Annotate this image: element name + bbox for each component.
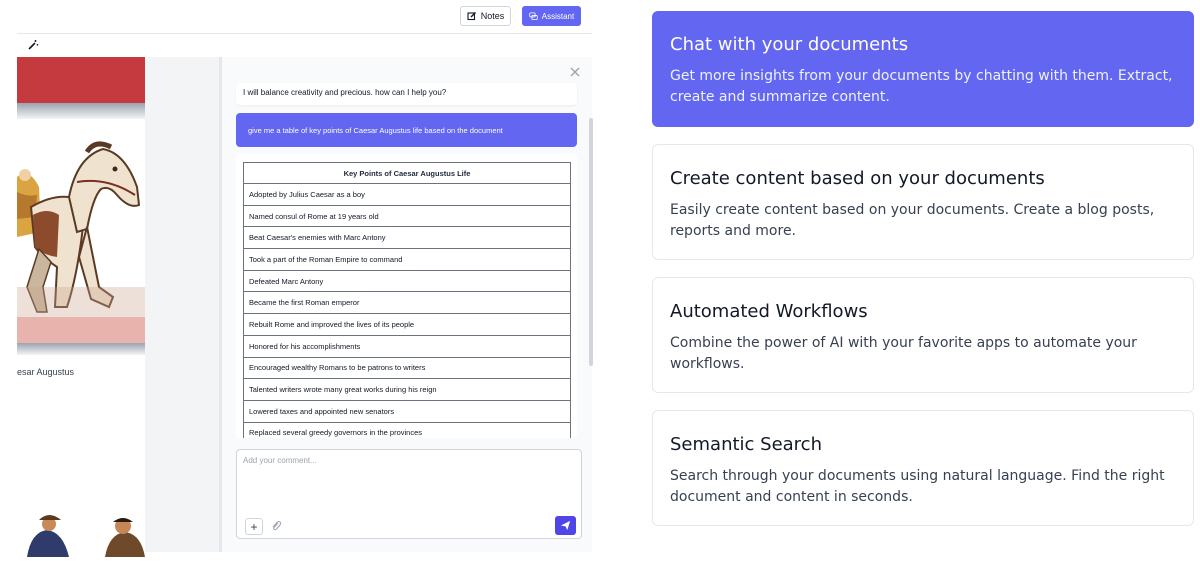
band-shadow-2: [17, 343, 145, 355]
edit-icon: [467, 12, 476, 21]
add-attachment-button[interactable]: +: [245, 518, 263, 535]
close-icon[interactable]: [569, 66, 581, 78]
app-screenshot: Notes Assistant esar Augustus I will bal…: [0, 0, 600, 575]
toolbar-divider: [17, 33, 592, 34]
table-cell: Adopted by Julius Caesar as a boy: [243, 183, 571, 206]
table-row: Honored for his accomplishments: [243, 334, 571, 358]
document-pink-band: [17, 317, 145, 343]
table-cell: Lowered taxes and appointed new senators: [243, 399, 571, 423]
assistant-table-response: Key Points of Caesar Augustus Life Adopt…: [236, 154, 577, 438]
feature-description: Easily create content based on your docu…: [670, 202, 1155, 239]
assistant-button[interactable]: Assistant: [522, 6, 581, 26]
key-points-table: Key Points of Caesar Augustus Life Adopt…: [243, 162, 571, 438]
table-row: Encouraged wealthy Romans to be patrons …: [243, 356, 571, 380]
table-row: Beat Caesar's enemies with Marc Antony: [243, 226, 571, 250]
table-row: Named consul of Rome at 19 years old: [243, 204, 571, 228]
table-cell: Rebuilt Rome and improved the lives of i…: [243, 313, 571, 336]
comment-composer: +: [236, 449, 582, 539]
table-row: Defeated Marc Antony: [243, 269, 571, 293]
feature-card-chat[interactable]: Chat with your documents Get more insigh…: [652, 11, 1194, 127]
horse-rider-illustration: [17, 141, 145, 317]
sidebar-gutter: [145, 57, 222, 552]
chat-icon: [529, 11, 538, 20]
user-message: give me a table of key points of Caesar …: [236, 113, 577, 147]
assistant-message: I will balance creativity and precious. …: [236, 83, 577, 105]
document-caption: esar Augustus: [17, 367, 75, 377]
table-row: Lowered taxes and appointed new senators: [243, 399, 571, 423]
table-cell: Honored for his accomplishments: [243, 334, 571, 358]
band-shadow: [17, 103, 145, 119]
table-cell: Encouraged wealthy Romans to be patrons …: [243, 356, 571, 380]
send-button[interactable]: [555, 516, 576, 535]
table-cell: Talented writers wrote many great works …: [243, 378, 571, 401]
notes-button[interactable]: Notes: [460, 6, 511, 26]
feature-title: Automated Workflows: [670, 301, 868, 322]
table-row: Became the first Roman emperor: [243, 291, 571, 315]
feature-description: Get more insights from your documents by…: [670, 68, 1173, 105]
feature-description: Combine the power of AI with your favori…: [670, 335, 1137, 372]
table-row: Rebuilt Rome and improved the lives of i…: [243, 313, 571, 336]
table-row: Replaced several greedy governors in the…: [243, 421, 571, 438]
table-cell: Replaced several greedy governors in the…: [243, 421, 571, 438]
send-icon: [560, 520, 571, 531]
document-header-band: [17, 57, 145, 103]
feature-title: Create content based on your documents: [670, 168, 1045, 189]
feature-card-semantic-search[interactable]: Semantic Search Search through your docu…: [652, 410, 1194, 526]
feature-description: Search through your documents using natu…: [670, 468, 1165, 505]
feature-title: Semantic Search: [670, 434, 822, 455]
chat-scrollbar[interactable]: [589, 118, 593, 366]
table-row: Adopted by Julius Caesar as a boy: [243, 183, 571, 206]
feature-card-workflows[interactable]: Automated Workflows Combine the power of…: [652, 277, 1194, 393]
table-row: Took a part of the Roman Empire to comma…: [243, 248, 571, 271]
figures-illustration: [27, 515, 145, 557]
plus-icon: +: [250, 519, 258, 534]
document-preview: esar Augustus: [17, 57, 145, 557]
feature-card-create-content[interactable]: Create content based on your documents E…: [652, 144, 1194, 260]
table-cell: Became the first Roman emperor: [243, 291, 571, 315]
comment-input[interactable]: [243, 456, 573, 506]
table-cell: Took a part of the Roman Empire to comma…: [243, 248, 571, 271]
assistant-label: Assistant: [541, 11, 575, 21]
feature-title: Chat with your documents: [670, 34, 909, 55]
notes-label: Notes: [480, 11, 505, 21]
paperclip-icon[interactable]: [270, 520, 282, 532]
table-row: Talented writers wrote many great works …: [243, 378, 571, 401]
table-cell: Named consul of Rome at 19 years old: [243, 204, 571, 228]
top-toolbar: Notes Assistant: [0, 0, 592, 34]
table-header: Key Points of Caesar Augustus Life: [243, 162, 571, 184]
table-cell: Beat Caesar's enemies with Marc Antony: [243, 226, 571, 250]
table-cell: Defeated Marc Antony: [243, 269, 571, 293]
magic-wand-icon[interactable]: [27, 39, 39, 51]
